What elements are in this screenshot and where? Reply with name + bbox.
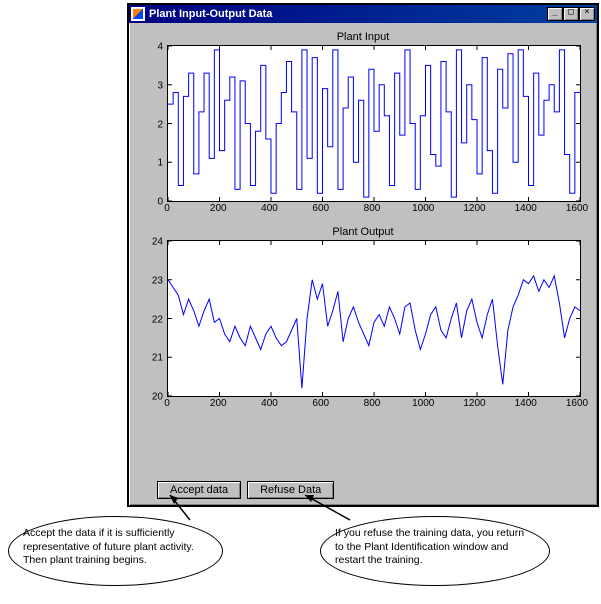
y-tick-label: 2 (157, 119, 163, 130)
y-tick-label: 21 (152, 353, 163, 364)
titlebar[interactable]: Plant Input-Output Data _ □ × (129, 5, 597, 23)
maximize-button[interactable]: □ (563, 7, 579, 21)
chart-title-output: Plant Output (139, 226, 587, 238)
callout-accept: Accept the data if it is sufficiently re… (8, 516, 223, 586)
y-tick-label: 4 (157, 42, 163, 53)
y-tick-label: 20 (152, 392, 163, 403)
x-tick-label: 400 (261, 203, 278, 214)
chart-input (167, 45, 581, 202)
x-tick-label: 1600 (566, 398, 588, 409)
x-tick-label: 1600 (566, 203, 588, 214)
arrow-left-icon (160, 485, 200, 525)
app-icon (131, 7, 145, 21)
close-button[interactable]: × (579, 7, 595, 21)
x-tick-label: 1200 (463, 398, 485, 409)
y-tick-label: 0 (157, 197, 163, 208)
y-tick-label: 23 (152, 275, 163, 286)
y-tick-label: 1 (157, 158, 163, 169)
x-axis-input: 02004006008001000120014001600 (167, 202, 581, 216)
callout-accept-text: Accept the data if it is sufficiently re… (23, 527, 194, 566)
chart-output (167, 240, 581, 397)
chart-title-input: Plant Input (139, 31, 587, 43)
x-tick-label: 400 (261, 398, 278, 409)
y-axis-input: 01234 (139, 47, 165, 202)
x-tick-label: 600 (312, 398, 329, 409)
y-tick-label: 22 (152, 314, 163, 325)
callout-refuse: If you refuse the training data, you ret… (320, 516, 550, 586)
arrow-right-icon (300, 485, 360, 525)
x-tick-label: 1400 (515, 398, 537, 409)
x-tick-label: 0 (164, 398, 170, 409)
x-tick-label: 600 (312, 203, 329, 214)
x-tick-label: 1000 (412, 398, 434, 409)
x-tick-label: 0 (164, 203, 170, 214)
y-tick-label: 3 (157, 80, 163, 91)
y-axis-output: 2021222324 (139, 242, 165, 397)
chart-output-block: Plant Output 20 21 22 23 24 0 200 400 600 800 100… (139, 226, 587, 411)
y-tick-label: 24 (152, 237, 163, 248)
chart-input-block: Plant Input 0 1 2 3 4 0 200 400 600 800 1000 1200 1… (139, 31, 587, 216)
window-title: Plant Input-Output Data (149, 8, 547, 20)
x-axis-output: 02004006008001000120014001600 (167, 397, 581, 411)
x-tick-label: 1200 (463, 203, 485, 214)
x-tick-label: 1400 (515, 203, 537, 214)
x-tick-label: 800 (364, 398, 381, 409)
x-tick-label: 800 (364, 203, 381, 214)
plant-io-window: Plant Input-Output Data _ □ × Plant Inpu… (127, 3, 599, 507)
callout-refuse-text: If you refuse the training data, you ret… (335, 527, 524, 566)
x-tick-label: 1000 (412, 203, 434, 214)
x-tick-label: 200 (210, 203, 227, 214)
x-tick-label: 200 (210, 398, 227, 409)
window-body: Plant Input 01234 0200400600800100012001… (129, 23, 597, 505)
minimize-button[interactable]: _ (547, 7, 563, 21)
